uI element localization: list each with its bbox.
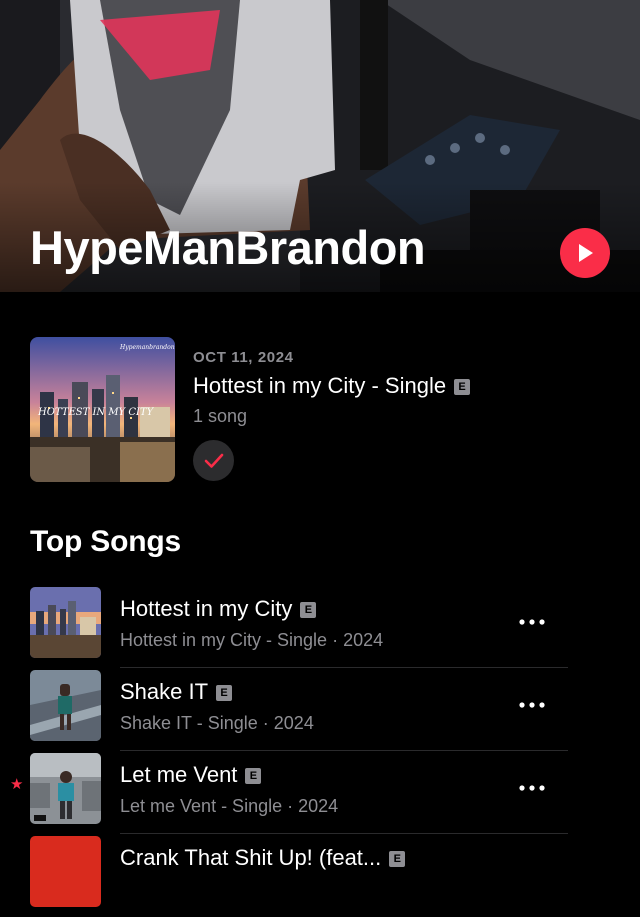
- song-artwork: [30, 753, 101, 824]
- explicit-badge: E: [300, 602, 317, 618]
- song-row[interactable]: Crank That Shit Up! (feat... E: [0, 834, 640, 917]
- song-album: Hottest in my City - Single: [120, 630, 328, 650]
- latest-release[interactable]: HOTTEST IN MY CITY Hypemanbrandon OCT 11…: [30, 337, 610, 487]
- explicit-badge: E: [389, 851, 406, 867]
- play-icon: [579, 244, 593, 262]
- song-subtitle: Hottest in my City - Single · 2024: [120, 630, 383, 651]
- song-row[interactable]: ★ Let me Vent E Let me Vent - Single · 20…: [0, 751, 640, 834]
- added-to-library-button[interactable]: [193, 440, 234, 481]
- ellipsis-icon: [519, 619, 545, 625]
- explicit-badge: E: [454, 379, 471, 395]
- explicit-badge: E: [245, 768, 262, 784]
- artist-hero: HypeManBrandon: [0, 0, 640, 292]
- street-artwork: [30, 670, 101, 741]
- more-options-button[interactable]: [512, 607, 552, 637]
- explicit-badge: E: [216, 685, 233, 701]
- song-album: Let me Vent - Single: [120, 796, 283, 816]
- song-row[interactable]: Shake IT E Shake IT - Single · 2024: [0, 668, 640, 751]
- release-song-count: 1 song: [193, 406, 248, 426]
- more-options-button[interactable]: [512, 690, 552, 720]
- song-title: Crank That Shit Up! (feat...: [120, 845, 382, 870]
- song-year: 2024: [343, 630, 384, 650]
- city-skyline-artwork: HOTTEST IN MY CITY Hypemanbrandon: [30, 337, 175, 482]
- release-date: OCT 11, 2024: [193, 349, 294, 366]
- song-title-line: Hottest in my City E: [120, 596, 317, 622]
- top-songs-heading[interactable]: Top Songs: [30, 525, 181, 559]
- subtitle-separator: ·: [287, 796, 294, 816]
- play-button[interactable]: [560, 228, 610, 278]
- city-skyline-artwork: [30, 587, 101, 658]
- song-artwork: [30, 587, 101, 658]
- release-title-line[interactable]: Hottest in my City - Single E: [193, 373, 471, 399]
- song-title: Shake IT: [120, 679, 209, 704]
- portrait-artwork: [30, 753, 101, 824]
- ellipsis-icon: [519, 785, 545, 791]
- checkmark-icon: [204, 453, 223, 468]
- song-year: 2024: [298, 796, 339, 816]
- more-options-button[interactable]: [512, 773, 552, 803]
- ellipsis-icon: [519, 702, 545, 708]
- song-subtitle: Let me Vent - Single · 2024: [120, 796, 338, 817]
- song-artwork: [30, 836, 101, 907]
- song-subtitle: Shake IT - Single · 2024: [120, 713, 314, 734]
- song-title: Hottest in my City: [120, 596, 293, 621]
- song-artwork: [30, 670, 101, 741]
- artwork-caption: HOTTEST IN MY CITY: [37, 407, 155, 418]
- song-album: Shake IT - Single: [120, 713, 258, 733]
- release-artwork[interactable]: HOTTEST IN MY CITY Hypemanbrandon: [30, 337, 175, 482]
- star-icon: ★: [10, 776, 24, 793]
- song-title-line: Crank That Shit Up! (feat... E: [120, 845, 406, 871]
- song-row[interactable]: Hottest in my City E Hottest in my City -…: [0, 585, 640, 668]
- top-songs-list: Hottest in my City E Hottest in my City -…: [0, 585, 640, 917]
- subtitle-separator: ·: [262, 713, 269, 733]
- song-title-line: Shake IT E: [120, 679, 233, 705]
- song-year: 2024: [273, 713, 314, 733]
- artist-name: HypeManBrandon: [30, 221, 426, 274]
- song-title-line: Let me Vent E: [120, 762, 262, 788]
- release-title: Hottest in my City - Single: [193, 373, 447, 398]
- song-title: Let me Vent: [120, 762, 238, 787]
- artwork-brand: Hypemanbrandon: [119, 344, 175, 351]
- subtitle-separator: ·: [332, 630, 339, 650]
